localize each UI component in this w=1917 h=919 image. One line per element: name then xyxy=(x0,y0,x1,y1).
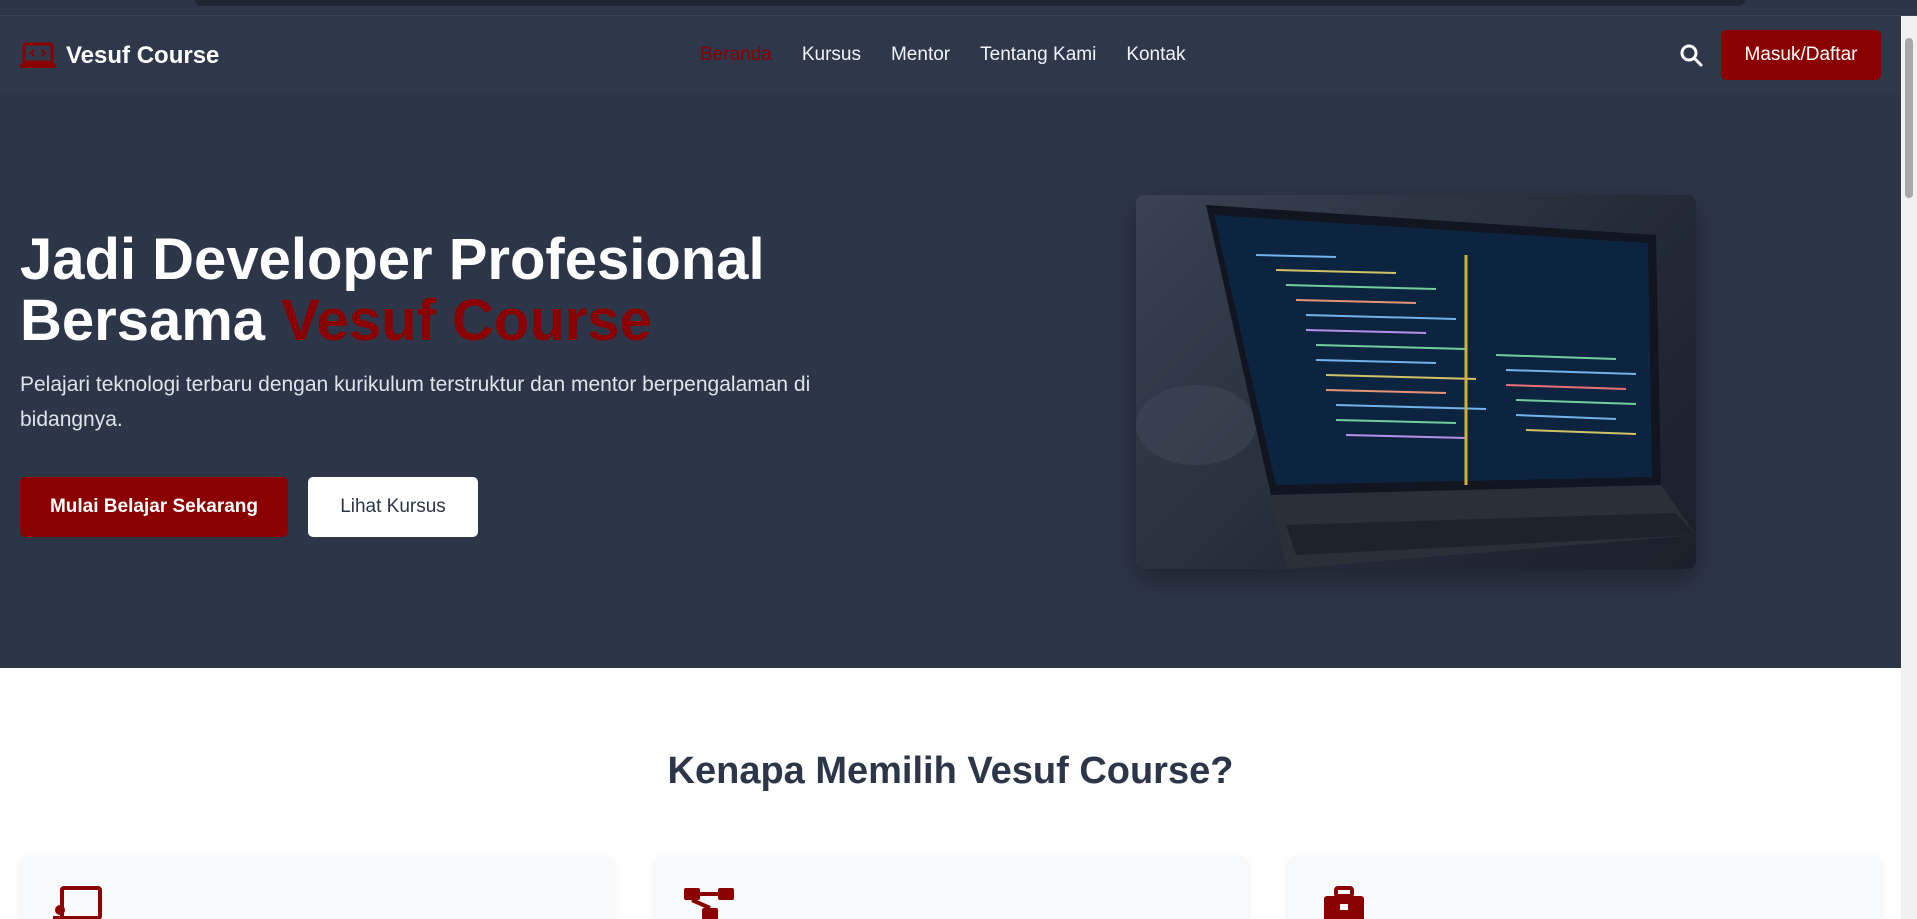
nav-link-kursus[interactable]: Kursus xyxy=(802,44,861,66)
browser-top-strip xyxy=(0,0,1917,16)
feature-card xyxy=(1288,856,1882,919)
hero-title-prefix: Bersama xyxy=(20,288,282,353)
hero-laptop-image xyxy=(1136,195,1696,569)
presentation-icon xyxy=(53,886,102,919)
scrollbar-thumb[interactable] xyxy=(1905,38,1913,198)
nav-link-tentang-kami[interactable]: Tentang Kami xyxy=(980,44,1096,66)
login-register-button[interactable]: Masuk/Daftar xyxy=(1721,30,1881,80)
navbar: Vesuf Course Beranda Kursus Mentor Tenta… xyxy=(0,16,1901,94)
brand-name: Vesuf Course xyxy=(66,42,220,69)
brand-logo[interactable]: Vesuf Course xyxy=(20,40,219,72)
why-section-title: Kenapa Memilih Vesuf Course? xyxy=(667,750,1234,792)
laptop-code-illustration xyxy=(1136,205,1696,569)
why-section: Kenapa Memilih Vesuf Course? xyxy=(0,668,1901,919)
nav-link-beranda[interactable]: Beranda xyxy=(700,44,772,66)
hero-subtitle: Pelajari teknologi terbaru dengan kuriku… xyxy=(20,373,811,431)
nav-link-kontak[interactable]: Kontak xyxy=(1126,44,1185,66)
sitemap-icon xyxy=(684,888,734,919)
hero-title-accent: Vesuf Course xyxy=(281,288,652,353)
briefcase-icon xyxy=(1324,886,1364,919)
hero-title: Jadi Developer Profesional Bersama Vesuf… xyxy=(20,229,920,351)
page-scrollbar[interactable] xyxy=(1901,16,1917,919)
main-nav: Beranda Kursus Mentor Tentang Kami Konta… xyxy=(700,16,1185,94)
hero-section: Jadi Developer Profesional Bersama Vesuf… xyxy=(0,94,1901,668)
feature-card xyxy=(654,856,1248,919)
hero-title-line1: Jadi Developer Profesional xyxy=(20,227,765,292)
feature-card xyxy=(20,856,614,919)
view-courses-button[interactable]: Lihat Kursus xyxy=(308,477,478,537)
laptop-code-icon xyxy=(20,42,56,68)
browser-address-bar[interactable] xyxy=(195,0,1745,6)
search-icon[interactable] xyxy=(1679,43,1703,67)
start-learning-button[interactable]: Mulai Belajar Sekarang xyxy=(20,477,288,537)
nav-link-mentor[interactable]: Mentor xyxy=(891,44,950,66)
